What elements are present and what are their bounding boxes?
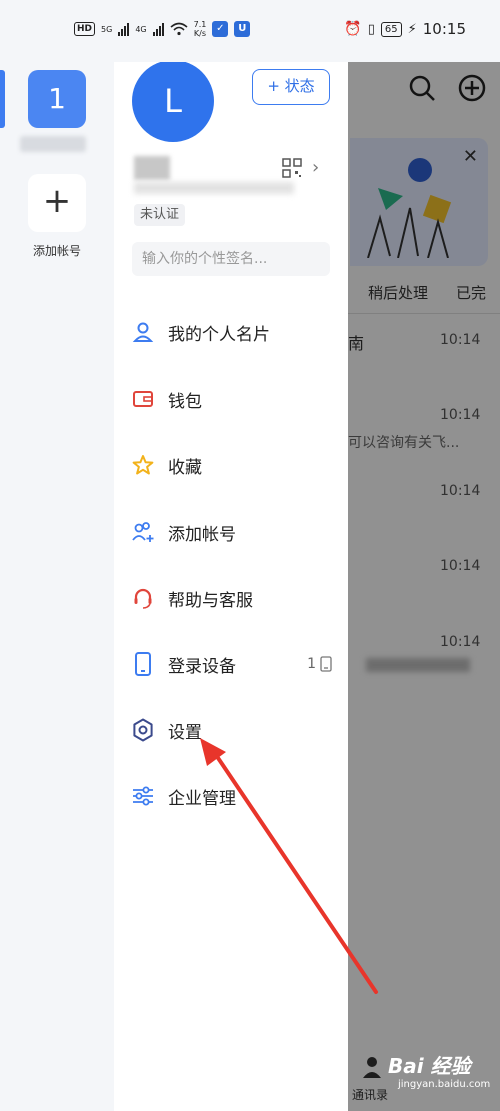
chat-time: 10:14 [440, 634, 481, 650]
qr-code-icon[interactable] [282, 158, 302, 178]
menu-item-card[interactable]: 我的个人名片 [130, 312, 344, 352]
phone-icon [130, 651, 156, 677]
chat-title: 南 [348, 334, 365, 353]
add-circle-icon [458, 74, 486, 102]
status-button[interactable]: + 状态 [252, 69, 330, 105]
app-notification-icon: ✓ [212, 21, 229, 37]
user-id-redacted [134, 182, 294, 194]
menu-item-label: 收藏 [168, 457, 202, 478]
device-count-value: 1 [307, 656, 316, 672]
gear-icon [130, 717, 156, 743]
menu-item-label: 登录设备 [168, 656, 236, 677]
add-account-button[interactable]: + [28, 174, 86, 232]
chat-time: 10:14 [440, 483, 481, 499]
promo-banner: ✕ [350, 138, 488, 266]
account-name-redacted [20, 136, 86, 152]
speed-value: 7.1 [193, 20, 207, 29]
menu-item-label: 添加帐号 [168, 524, 236, 545]
menu-item-add-account[interactable]: 添加帐号 [130, 512, 344, 552]
menu-item-label: 企业管理 [168, 788, 236, 809]
vibrate-icon: ▯ [367, 21, 375, 37]
watermark-main: Bai 经验 [388, 1054, 471, 1078]
chat-time: 10:14 [440, 558, 481, 574]
menu-item-label: 帮助与客服 [168, 590, 253, 611]
headset-icon [130, 585, 156, 611]
signal-icon-2 [152, 22, 164, 36]
tab-done: 已完 [456, 284, 487, 302]
menu-item-label: 设置 [168, 722, 202, 743]
chat-preview: 可以咨询有关飞... [348, 435, 460, 451]
chevron-right-icon[interactable]: › [312, 158, 326, 178]
menu-item-devices[interactable]: 登录设备 1 [130, 644, 344, 684]
background-app: ✕ 稍后处理 已完 南 10:14 10:14 可以咨询有关飞... 10:14… [348, 0, 500, 1111]
alarm-icon: ⏰ [344, 21, 362, 37]
network-4g: 4G [135, 24, 147, 34]
signal-icon [118, 22, 130, 36]
close-icon: ✕ [462, 146, 478, 167]
network-speed: 7.1 K/s [194, 20, 207, 38]
signature-input[interactable]: 输入你的个性签名... [132, 242, 330, 276]
add-account-label: 添加帐号 [32, 244, 81, 258]
menu-item-favorites[interactable]: 收藏 [130, 445, 344, 485]
unverified-badge[interactable]: 未认证 [134, 204, 186, 226]
chat-time: 10:14 [440, 332, 481, 348]
menu-item-label: 我的个人名片 [168, 324, 270, 345]
menu-item-enterprise[interactable]: 企业管理 [130, 776, 344, 816]
avatar[interactable]: L [132, 60, 214, 142]
app-notification-icon-2: U [234, 21, 251, 37]
clock: 10:15 [422, 20, 466, 38]
add-people-icon [130, 519, 156, 545]
baidu-watermark: Bai 经验 jingyan.baidu.com [352, 1050, 500, 1090]
tab-later: 稍后处理 [368, 284, 429, 302]
menu-item-label: 钱包 [168, 391, 202, 412]
wallet-icon [130, 386, 156, 412]
menu-item-settings[interactable]: 设置 [130, 710, 344, 750]
status-bar-right: ⏰ ▯ 65 ⚡ 10:15 [344, 20, 466, 38]
search-icon [409, 75, 435, 101]
status-bar: HD 5G 4G 7.1 K/s ✓ U ⏰ ▯ 65 ⚡ 10:15 [0, 0, 500, 62]
sliders-icon [130, 783, 156, 809]
battery-indicator: 65 [380, 21, 402, 37]
wifi-icon [170, 22, 188, 36]
speed-unit: K/s [193, 29, 207, 38]
network-5g: 5G [101, 24, 113, 34]
chat-time: 10:14 [440, 407, 481, 423]
username-redacted [134, 156, 170, 180]
watermark-sub: jingyan.baidu.com [398, 1079, 491, 1090]
status-bar-left: HD 5G 4G 7.1 K/s ✓ U [74, 20, 251, 38]
account-switcher-active[interactable]: 1 [28, 70, 86, 128]
active-account-indicator [0, 70, 5, 128]
banner-illustration-icon [367, 158, 452, 258]
account-strip: 1 + 添加帐号 [0, 62, 114, 1111]
person-card-icon [130, 319, 156, 345]
chat-preview-redacted [366, 658, 470, 672]
star-icon [130, 452, 156, 478]
small-phone-icon [320, 656, 332, 672]
menu-item-help[interactable]: 帮助与客服 [130, 578, 344, 618]
device-count: 1 [307, 656, 332, 672]
hd-indicator: HD [74, 22, 96, 36]
menu-item-wallet[interactable]: 钱包 [130, 379, 344, 419]
side-drawer: L + 状态 › 未认证 输入你的个性签名... 我的个人名片 钱包 收藏 添加… [114, 60, 348, 1111]
charging-icon: ⚡ [407, 21, 417, 37]
